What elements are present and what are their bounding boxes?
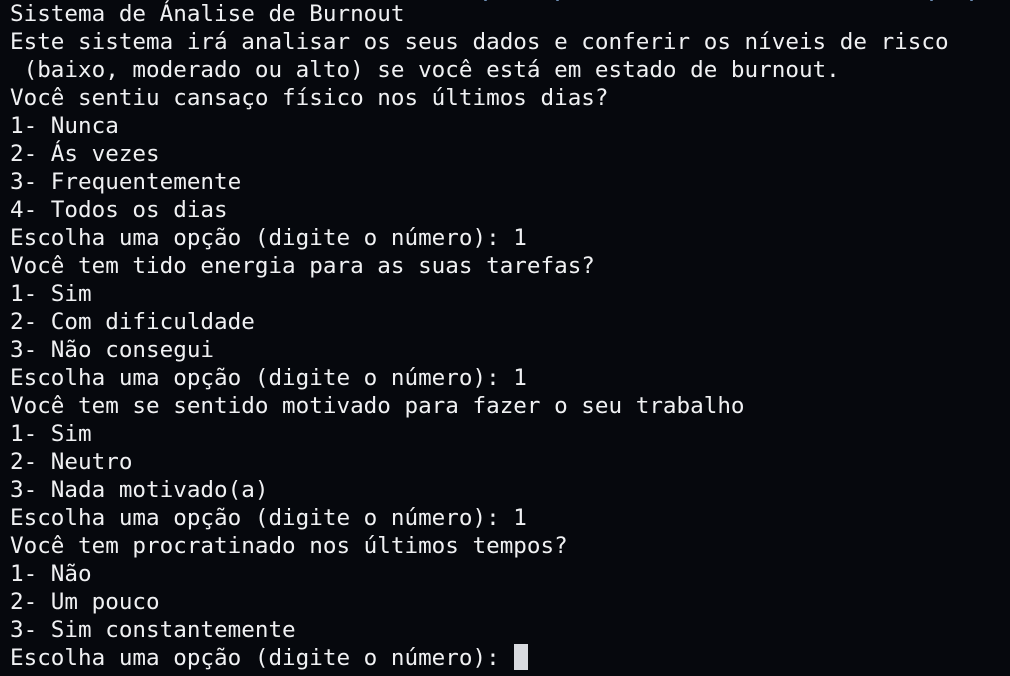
app-title-line: Sistema de Ánalise de Burnout bbox=[10, 1, 405, 27]
question-1-option: 4- Todos os dias bbox=[10, 197, 228, 223]
question-4: Você tem procratinado nos últimos tempos… bbox=[10, 533, 568, 559]
terminal-window[interactable]: Sistema de Ánalise de Burnout Este siste… bbox=[0, 0, 1010, 676]
input-prompt: Escolha uma opção (digite o número): bbox=[10, 645, 514, 671]
question-1-answer: Escolha uma opção (digite o número): 1 bbox=[10, 225, 527, 251]
question-4-option: 2- Um pouco bbox=[10, 589, 160, 615]
question-2-option: 3- Não consegui bbox=[10, 337, 215, 363]
terminal-output: Sistema de Ánalise de Burnout Este siste… bbox=[10, 0, 949, 672]
question-4-option: 3- Sim constantemente bbox=[10, 617, 296, 643]
question-1-option: 3- Frequentemente bbox=[10, 169, 242, 195]
question-1-option: 1- Nunca bbox=[10, 113, 119, 139]
question-3-option: 1- Sim bbox=[10, 421, 92, 447]
question-3-option: 2- Neutro bbox=[10, 449, 133, 475]
question-1-option: 2- Ás vezes bbox=[10, 141, 160, 167]
description-line: (baixo, moderado ou alto) se você está e… bbox=[10, 57, 840, 83]
question-2: Você tem tido energia para as suas taref… bbox=[10, 253, 595, 279]
question-3: Você tem se sentido motivado para fazer … bbox=[10, 393, 745, 419]
text-cursor[interactable] bbox=[514, 644, 529, 670]
question-3-option: 3- Nada motivado(a) bbox=[10, 477, 269, 503]
question-3-answer: Escolha uma opção (digite o número): 1 bbox=[10, 505, 527, 531]
scrolled-off-glyph bbox=[970, 0, 973, 1]
question-2-answer: Escolha uma opção (digite o número): 1 bbox=[10, 365, 527, 391]
question-1: Você sentiu cansaço físico nos últimos d… bbox=[10, 85, 609, 111]
question-4-option: 1- Não bbox=[10, 561, 92, 587]
question-2-option: 1- Sim bbox=[10, 281, 92, 307]
description-line: Este sistema irá analisar os seus dados … bbox=[10, 29, 949, 55]
input-prompt-line[interactable]: Escolha uma opção (digite o número): bbox=[10, 644, 949, 672]
question-2-option: 2- Com dificuldade bbox=[10, 309, 255, 335]
